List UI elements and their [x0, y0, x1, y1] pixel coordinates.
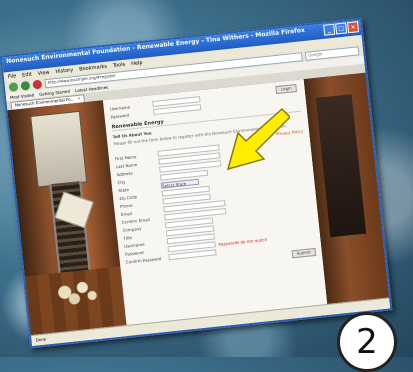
- field-label: Confirm Password: [125, 255, 162, 265]
- minimize-icon[interactable]: _: [323, 23, 336, 36]
- arrow-shape: [226, 107, 290, 171]
- menu-file[interactable]: File: [8, 73, 17, 80]
- login-button[interactable]: Login: [275, 83, 298, 95]
- dark-doorway-image: [315, 94, 367, 238]
- maximize-icon[interactable]: □: [335, 22, 348, 35]
- close-icon[interactable]: ×: [347, 21, 360, 34]
- menu-history[interactable]: History: [55, 67, 73, 75]
- back-icon[interactable]: [8, 81, 19, 92]
- menu-view[interactable]: View: [37, 69, 49, 76]
- page-viewport: Username Password Login Renewable Energy…: [7, 72, 390, 337]
- step-number-badge: 2: [337, 312, 397, 372]
- menu-edit[interactable]: Edit: [22, 71, 32, 78]
- forward-icon[interactable]: [20, 80, 31, 91]
- window-controls: _ □ ×: [323, 21, 360, 36]
- scroll-wall-image: [30, 110, 88, 188]
- tab-close-icon[interactable]: ×: [77, 96, 81, 101]
- browser-window: Nonesuch Environmental Foundation - Rene…: [0, 17, 393, 349]
- top-password-label: Password: [110, 112, 130, 120]
- scattered-papers-image: [45, 273, 109, 310]
- submit-button[interactable]: Submit: [291, 247, 317, 259]
- stop-icon[interactable]: [32, 79, 43, 89]
- pointer-arrow-icon: [226, 107, 290, 171]
- menu-tools[interactable]: Tools: [113, 61, 126, 68]
- menu-help[interactable]: Help: [131, 59, 143, 66]
- registration-page: Username Password Login Renewable Energy…: [102, 79, 328, 327]
